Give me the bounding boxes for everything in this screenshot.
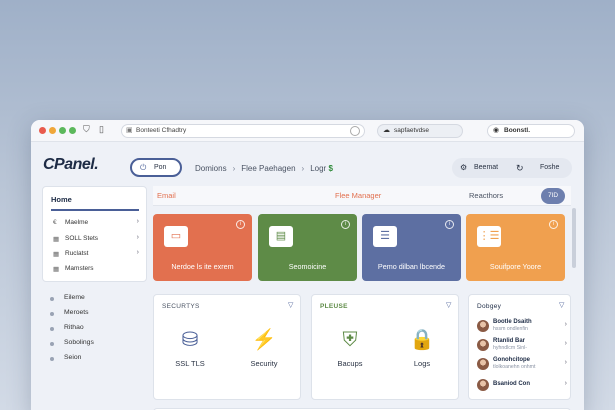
security-title: SECURTYS: [162, 303, 200, 310]
app-header: CPanel. ⏻ Pon Domions › Flee Paehagen › Logr…: [31, 142, 584, 186]
card-support[interactable]: ⋮☰ i Souifpore Yoore: [466, 214, 565, 281]
chevron-down-icon[interactable]: ▽: [446, 301, 451, 309]
security-box: SECURTYS ▽ ⛁ SSL TLS ⚡ Security: [153, 294, 301, 400]
chevron-right-icon: ›: [301, 164, 305, 173]
shield-icon: ⛨: [342, 329, 358, 351]
cpanel-logo[interactable]: CPanel.: [43, 156, 99, 174]
chevron-right-icon: ›: [232, 164, 236, 173]
chevron-down-icon[interactable]: ▽: [559, 301, 564, 309]
tab-chip[interactable]: ☁ sapfaetvdse: [377, 124, 463, 138]
account-chip[interactable]: ◉ Boonstl.: [487, 124, 575, 138]
avatar: [477, 379, 489, 391]
list-item[interactable]: Bootle Dsaith hssm ondlenfin ›: [477, 319, 567, 337]
help-button[interactable]: 7ID: [541, 188, 565, 204]
address-text: Bonteeti Cfhadtry: [136, 127, 187, 134]
browser-toolbar: ⛉ ▯ ▣ Bonteeti Cfhadtry ☁ sapfaetvdse ◉ …: [31, 120, 584, 142]
cloud-icon: ☁: [383, 127, 390, 134]
user-icon: ◉: [493, 127, 500, 134]
certificate-icon: ⛁: [181, 329, 199, 351]
browser-window: ⛉ ▯ ▣ Bonteeti Cfhadtry ☁ sapfaetvdse ◉ …: [31, 120, 584, 410]
logs-item[interactable]: 🔒 Logs: [392, 327, 452, 368]
breadcrumb-domains[interactable]: Domions: [195, 164, 227, 173]
chevron-right-icon: ›: [564, 380, 567, 387]
page-icon[interactable]: ▯: [99, 124, 104, 135]
bullet-icon: [50, 327, 54, 331]
list-item[interactable]: Gonohcitope tlolkoanehn onhmt ›: [477, 357, 567, 375]
backup-title: PLEUSE: [320, 303, 348, 310]
nav-item-icon: ▦: [53, 251, 60, 258]
list-item[interactable]: Bsaniod Con ›: [477, 378, 567, 396]
chevron-right-icon: ›: [136, 218, 139, 225]
main-tab-bar: Email Flee Manager Reacthors 7ID: [153, 186, 571, 206]
power-icon: ⏻: [140, 163, 147, 172]
address-bar[interactable]: ▣ Bonteeti Cfhadtry: [121, 124, 365, 138]
card-email[interactable]: ▭ i Nerdoe ls ite exrem: [153, 214, 252, 281]
bullet-icon: [50, 357, 54, 361]
tab-file-manager[interactable]: Flee Manager: [335, 191, 381, 200]
backup-box: PLEUSE ▽ ⛨ Bacups 🔒 Logs: [311, 294, 459, 400]
bullet-icon: [50, 342, 54, 346]
breadcrumb: Domions › Flee Paehagen › Logr $: [195, 164, 333, 173]
info-icon[interactable]: i: [445, 220, 454, 229]
people-title: Dobgey: [477, 303, 502, 310]
bullet-icon: [50, 297, 54, 301]
extra-dot[interactable]: [69, 127, 76, 134]
avatar: [477, 339, 489, 351]
people-box: Dobgey ▽ Bootle Dsaith hssm ondlenfin › …: [468, 294, 571, 400]
envelope-icon: ▭: [164, 226, 188, 247]
header-actions: ⚙ Beemat ↻ Foshe: [452, 158, 572, 178]
scrollbar[interactable]: [572, 208, 576, 268]
info-icon[interactable]: i: [236, 220, 245, 229]
list-icon: ☰: [373, 226, 397, 247]
maximize-dot[interactable]: [59, 127, 66, 134]
security-item[interactable]: ⚡ Security: [234, 327, 294, 368]
minimize-dot[interactable]: [49, 127, 56, 134]
document-icon: ⋮☰: [477, 226, 501, 247]
nav-item-icon: ▦: [53, 266, 60, 273]
card-list[interactable]: ☰ i Pemo dilban lbcende: [362, 214, 461, 281]
breadcrumb-logs[interactable]: Logr: [310, 164, 326, 173]
nav-home[interactable]: Home: [51, 195, 139, 211]
power-toggle[interactable]: ⏻ Pon: [130, 158, 182, 177]
chevron-right-icon: ›: [564, 321, 567, 328]
info-icon[interactable]: i: [341, 220, 350, 229]
content-panel: Home € Maelme › ▦ SOLL Stets › ▦ Ruclats…: [42, 186, 576, 410]
nav-item-icon: €: [53, 219, 57, 226]
shield-icon[interactable]: ⛉: [83, 124, 90, 135]
backups-item[interactable]: ⛨ Bacups: [320, 327, 380, 368]
left-nav: Home € Maelme › ▦ SOLL Stets › ▦ Ruclats…: [42, 186, 147, 282]
avatar: [477, 320, 489, 332]
chevron-right-icon: ›: [136, 249, 139, 256]
tab-email[interactable]: Email: [157, 191, 176, 200]
gear-icon[interactable]: ⚙: [460, 158, 467, 178]
ssl-tls-item[interactable]: ⛁ SSL TLS: [160, 327, 220, 368]
lock-icon: ▣: [126, 127, 133, 134]
chevron-down-icon[interactable]: ▽: [288, 301, 293, 309]
header-button-1[interactable]: Beemat: [474, 158, 498, 178]
tab-reacthors[interactable]: Reacthors: [469, 191, 503, 200]
close-dot[interactable]: [39, 127, 46, 134]
breadcrumb-file-manager[interactable]: Flee Paehagen: [241, 164, 295, 173]
header-button-2[interactable]: Foshe: [540, 158, 559, 178]
refresh-icon[interactable]: ↻: [516, 158, 524, 178]
breadcrumb-suffix: $: [328, 164, 333, 173]
chevron-right-icon: ›: [136, 234, 139, 241]
card-file[interactable]: ▤ i Seomoicine: [258, 214, 357, 281]
chevron-right-icon: ›: [564, 340, 567, 347]
chevron-right-icon: ›: [564, 359, 567, 366]
lock-icon: 🔒: [409, 329, 435, 351]
list-item[interactable]: Rtanlid Bar hyhndlcm Sinl- ›: [477, 338, 567, 356]
nav-item-icon: ▦: [53, 236, 60, 243]
file-icon: ▤: [269, 226, 293, 247]
reload-icon[interactable]: [350, 126, 360, 136]
shield-bolt-icon: ⚡: [251, 329, 277, 351]
bullet-icon: [50, 312, 54, 316]
avatar: [477, 358, 489, 370]
info-icon[interactable]: i: [549, 220, 558, 229]
